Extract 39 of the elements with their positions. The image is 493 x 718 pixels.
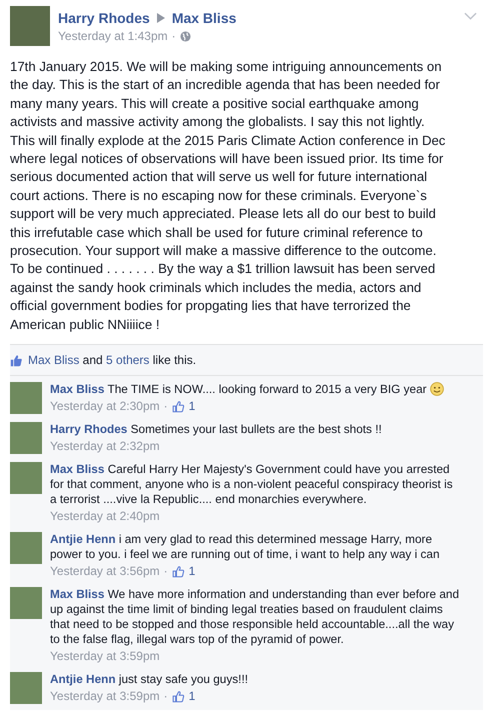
comment-text: Harry Rhodes Sometimes your last bullets are the best shots !! bbox=[50, 422, 383, 438]
thumbs-up-icon[interactable] bbox=[172, 564, 185, 578]
author-link[interactable]: Harry Rhodes bbox=[58, 10, 150, 26]
commenter-link[interactable]: Antjie Henn bbox=[50, 532, 116, 546]
commenter-link[interactable]: Max Bliss bbox=[50, 382, 104, 396]
comment-text: Max Bliss We have more information and understanding than ever before and up against the time limit of binding legal treaties based on fraudulent claims that need to be stopped and those responsible held accountable....all the way to the false flag, illegal wars top of the pyramid of power. bbox=[50, 587, 459, 648]
separator: · bbox=[172, 29, 176, 43]
target-link[interactable]: Max Bliss bbox=[172, 10, 236, 26]
smiley-icon bbox=[430, 382, 444, 396]
photo-placeholder bbox=[10, 6, 50, 46]
like-count[interactable]: 1 bbox=[188, 688, 196, 704]
separator: · bbox=[164, 688, 168, 704]
commenter-link[interactable]: Max Bliss bbox=[50, 462, 104, 476]
photo-placeholder bbox=[10, 382, 42, 414]
like-count[interactable]: 1 bbox=[188, 563, 196, 580]
commenter-link[interactable]: Harry Rhodes bbox=[50, 422, 128, 436]
like-count[interactable]: 1 bbox=[188, 398, 196, 414]
triangle-icon bbox=[156, 13, 165, 23]
thumbs-up-icon bbox=[10, 354, 23, 367]
photo-placeholder bbox=[10, 587, 42, 620]
photo-placeholder bbox=[10, 532, 42, 564]
others-link[interactable]: 5 others bbox=[106, 353, 150, 368]
globe-icon bbox=[180, 30, 191, 42]
post-text: 17th January 2015. We will be making some intriguing announcements on the day. This is the start of an incredible agenda that has been needed for many many years. This will create a positive social earthquake among activists and massive activity among the globalists. I say this not lightly. This will finally explode at the 2015 Paris Climate Action conference in Dec where legal notices of observations will have been issued prior. Its time for serious documented action that will serve us well for future international court actions. There is no escaping now for these criminals. Everyone`s support will be very much appreciated. Please lets all do our best to build this irrefutable case which shall be used for future criminal reference to prosecution. Your support will make a massive difference to the outcome. To be continued . . . . . . . By the way a $1 trillion lawsuit has been served against the sandy hook criminals which includes the media, actors and official government bodies for propgating lies that have terrorized the American public NNiiiice ! bbox=[9, 58, 446, 334]
comment-text: Max Bliss The TIME is NOW.... looking forward to 2015 a very BIG year bbox=[50, 382, 459, 398]
likes-sentence: Max Bliss and 5 others like this. bbox=[28, 353, 196, 368]
commenter-link[interactable]: Antjie Henn bbox=[50, 672, 116, 686]
comment-text: Max Bliss Careful Harry Her Majesty's Government could have you arrested for that comment, anyone who is a non-violent peaceful conspiracy theorist is a terrorist ....vive la Republic.... end monarchies everywhere. bbox=[50, 462, 454, 508]
separator: · bbox=[164, 563, 168, 580]
comment-text: Antjie Henn i am very glad to read this determined message Harry, more power to you. i feel we are running out of time, i want to help any way i can bbox=[50, 532, 441, 562]
comment-text: Antjie Henn just stay safe you guys!!! bbox=[50, 672, 249, 688]
photo-placeholder bbox=[10, 672, 42, 704]
photo-placeholder bbox=[10, 462, 42, 494]
liker-link[interactable]: Max Bliss bbox=[28, 353, 80, 368]
separator: · bbox=[164, 398, 168, 414]
photo-placeholder bbox=[10, 422, 42, 454]
thumbs-up-icon[interactable] bbox=[172, 400, 185, 413]
commenter-link[interactable]: Max Bliss bbox=[50, 587, 104, 602]
thumbs-up-icon[interactable] bbox=[172, 690, 185, 703]
